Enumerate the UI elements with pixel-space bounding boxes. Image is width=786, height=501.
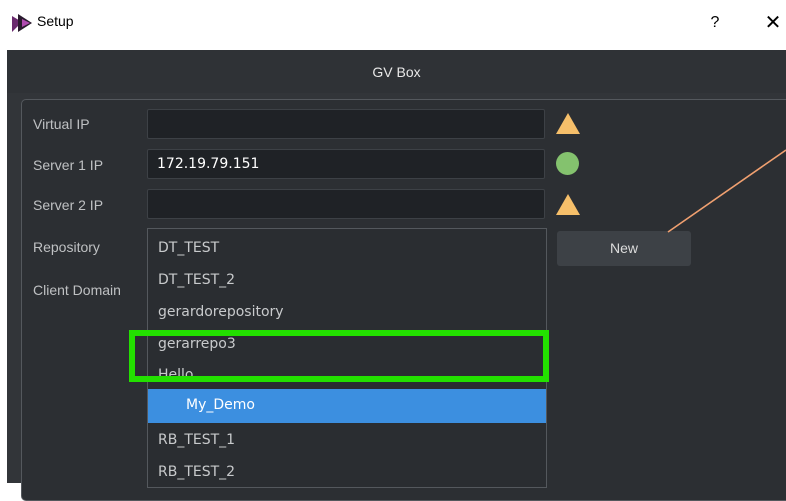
repository-option[interactable]: DT_TEST [158,240,219,256]
server1-ip-label: Server 1 IP [33,157,104,173]
server1-ip-ok-icon [556,152,579,175]
setup-dialog: GV Box Virtual IP Server 1 IP 172.19.79.… [7,50,786,501]
virtual-ip-warning-icon [556,113,580,134]
repository-option[interactable]: gerardorepository [158,304,284,320]
repository-option-selected[interactable]: My_Demo [148,389,546,423]
virtual-ip-label: Virtual IP [33,116,90,132]
repository-option[interactable]: RB_TEST_1 [158,432,235,448]
selected-option-label: My_Demo [186,397,255,413]
new-repository-button[interactable]: New [557,231,691,266]
server2-ip-label: Server 2 IP [33,197,104,213]
help-button[interactable]: ? [703,10,727,36]
server1-ip-input[interactable]: 172.19.79.151 [147,149,545,179]
repository-label: Repository [33,239,100,255]
client-domain-label: Client Domain [33,282,121,298]
dialog-header-title: GV Box [372,64,421,80]
highlight-annotation-box [129,330,549,382]
virtual-ip-input[interactable] [147,109,545,139]
repository-option[interactable]: DT_TEST_2 [158,272,235,288]
close-button[interactable]: ✕ [760,10,786,36]
server2-ip-input[interactable] [147,189,545,219]
server2-ip-warning-icon [556,194,580,215]
app-logo-icon [12,14,32,32]
window-titlebar: Setup ? ✕ [0,0,786,50]
window-title: Setup [37,13,74,29]
repository-option[interactable]: RB_TEST_2 [158,464,235,480]
dialog-header: GV Box [7,50,786,93]
